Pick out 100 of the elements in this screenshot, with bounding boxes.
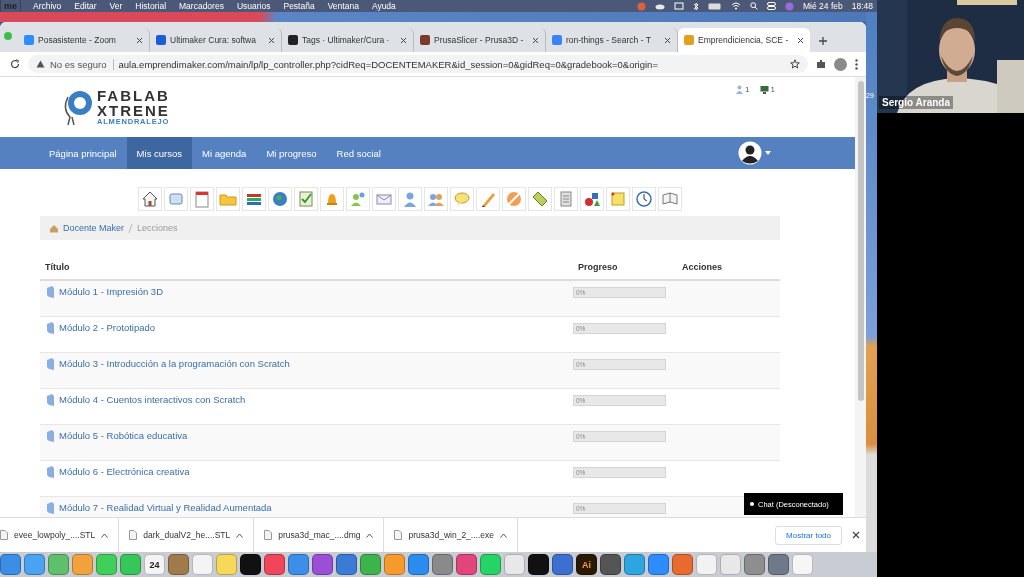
browser-tab[interactable]: Posasistente - Zoom	[18, 28, 150, 52]
book-icon	[46, 286, 55, 298]
nav-item[interactable]: Mis cursos	[126, 137, 192, 169]
book-icon	[46, 394, 55, 406]
close-icon[interactable]	[400, 36, 407, 44]
app-icon[interactable]	[528, 554, 549, 575]
tool-link[interactable]	[190, 187, 214, 211]
menu-item[interactable]: Pestaña	[283, 0, 315, 12]
nav-item[interactable]: Mi progreso	[256, 137, 327, 169]
toggles-icon[interactable]	[767, 2, 776, 10]
tab-title: Posasistente - Zoom	[38, 35, 117, 45]
warning-icon	[36, 60, 45, 68]
close-icon[interactable]	[852, 531, 860, 539]
column-header: Acciones	[681, 261, 724, 272]
search-icon[interactable]	[750, 2, 758, 10]
bluetooth-icon[interactable]	[693, 1, 699, 11]
menubar-date[interactable]: Mié 24 feb	[803, 0, 843, 12]
menu-item[interactable]: Ventana	[327, 0, 359, 12]
file-icon	[129, 530, 138, 540]
nav-item[interactable]: Red social	[326, 137, 391, 169]
battery-icon[interactable]	[708, 2, 722, 10]
close-icon[interactable]	[532, 36, 539, 44]
profile-avatar[interactable]	[834, 57, 847, 71]
menu-item[interactable]: Marcadores	[179, 0, 224, 12]
menu-item[interactable]: Ayuda	[371, 0, 396, 12]
logo-text: FABLAB	[97, 88, 170, 104]
book-icon	[46, 322, 55, 334]
nav-item[interactable]: Mi agenda	[192, 137, 257, 169]
menu-item[interactable]: Archivo	[33, 0, 62, 12]
browser-tab[interactable]: Tags · Ultimaker/Cura ·	[282, 28, 414, 52]
more-icon[interactable]	[855, 58, 858, 70]
tool-link[interactable]	[242, 187, 266, 211]
caret-icon[interactable]	[236, 532, 244, 538]
lesson-link[interactable]: Módulo 3 - Introducción a la programación con Scratch	[59, 358, 290, 369]
star-icon[interactable]	[790, 59, 800, 69]
screen-icon[interactable]	[674, 2, 684, 10]
close-icon[interactable]	[268, 36, 275, 44]
person-icon	[736, 85, 744, 94]
tab-title: Emprendiciencia, SCE -	[698, 35, 790, 45]
tool-link[interactable]	[528, 187, 552, 211]
menu-item[interactable]: Ver	[109, 0, 123, 12]
lesson-link[interactable]: Módulo 7 - Realidad Virtual y Realidad Aumentada	[59, 502, 272, 513]
breadcrumb-link[interactable]: Docente Maker	[63, 223, 125, 233]
app-icon[interactable]	[600, 554, 621, 575]
tool-link[interactable]	[580, 187, 604, 211]
app-icon[interactable]	[240, 554, 261, 575]
caret-icon[interactable]	[765, 151, 771, 155]
wifi-icon[interactable]	[731, 2, 741, 10]
tool-link[interactable]	[268, 187, 292, 211]
download-name: prusa3d_win_2_....exe	[408, 530, 494, 540]
tool-link[interactable]	[138, 187, 162, 211]
app-status-icon[interactable]	[637, 1, 646, 11]
user-avatar[interactable]	[738, 141, 762, 165]
globe-icon	[270, 189, 290, 209]
show-all-button[interactable]: Mostrar todo	[775, 525, 842, 545]
app-icon[interactable]: 24	[144, 554, 165, 575]
browser-tab[interactable]: Emprendiciencia, SCE -	[678, 28, 810, 52]
browser-tab[interactable]: Ultimaker Cura: softwa	[150, 28, 282, 52]
menubar-time[interactable]: 18:48	[851, 0, 873, 12]
security-label: No es seguro	[50, 58, 114, 70]
tab-title: Tags · Ultimaker/Cura ·	[302, 35, 391, 45]
participant-name: Sergio Aranda	[879, 96, 953, 109]
tool-link[interactable]	[658, 187, 682, 211]
caret-icon[interactable]	[366, 532, 374, 538]
online-count[interactable]: 1	[745, 85, 750, 94]
course-count[interactable]: 1	[770, 85, 775, 94]
home-icon	[49, 223, 59, 233]
speech-bubble-icon	[452, 189, 472, 209]
lesson-link[interactable]: Módulo 2 - Prototipado	[59, 322, 156, 333]
lesson-link[interactable]: Módulo 5 - Robótica educativa	[59, 430, 188, 441]
plus-icon[interactable]	[818, 36, 828, 46]
logo-text: XTRENE	[97, 103, 170, 119]
lesson-link[interactable]: Módulo 1 - Impresión 3D	[59, 286, 164, 297]
lesson-link[interactable]: Módulo 6 - Electrónica creativa	[59, 466, 190, 477]
lesson-link[interactable]: Módulo 4 - Cuentos interactivos con Scratch	[59, 394, 246, 405]
menu-item[interactable]: Usuarios	[236, 0, 271, 12]
browser-tab[interactable]: PrusaSlicer - Prusa3D -	[414, 28, 546, 52]
nav-item[interactable]: Página principal	[39, 137, 127, 169]
breadcrumb-separator	[128, 223, 134, 233]
cloud-icon[interactable]	[655, 2, 665, 10]
breadcrumb-current: Lecciones	[137, 223, 178, 233]
close-icon[interactable]	[797, 36, 804, 44]
reload-icon[interactable]	[10, 59, 20, 69]
tool-link[interactable]	[632, 187, 656, 211]
tab-title: ron-things - Search - T	[566, 35, 652, 45]
caret-icon[interactable]	[101, 532, 109, 538]
close-icon[interactable]	[136, 36, 143, 44]
scrollbar[interactable]	[855, 77, 866, 517]
caret-icon[interactable]	[500, 532, 507, 538]
tool-link[interactable]	[294, 187, 318, 211]
checklist-icon	[296, 189, 316, 209]
menu-item[interactable]: Historial	[135, 0, 167, 12]
close-icon[interactable]	[664, 36, 671, 44]
menu-item[interactable]: Editar	[74, 0, 97, 12]
address-bar[interactable]: No es seguro aula.emprendimaker.com/main/lp/lp_controller.php?cidReq=DOCENTEMAKER&id_session=0&gidReq=0&gradebook=0&origin=	[28, 55, 808, 73]
app-icon[interactable]: Ai	[576, 554, 597, 575]
ruler-icon	[530, 189, 550, 209]
download-name: evee_lowpoly_....STL	[14, 530, 96, 540]
tool-link[interactable]	[320, 187, 344, 211]
note-icon	[608, 189, 628, 209]
